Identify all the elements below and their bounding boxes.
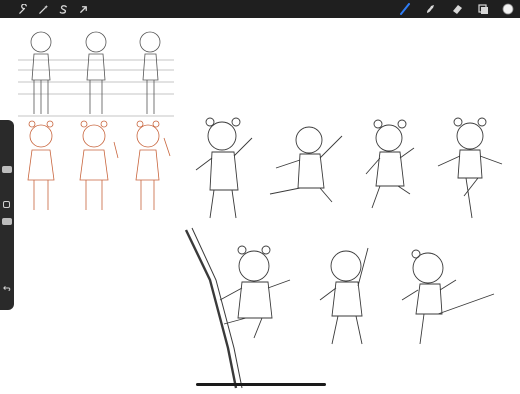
reference-guide-lines — [18, 59, 174, 117]
action-poses-row-1 — [195, 117, 503, 219]
undo-icon[interactable] — [3, 284, 11, 294]
turnaround-red — [27, 120, 171, 210]
home-indicator — [196, 383, 326, 386]
opacity-slider[interactable] — [2, 218, 12, 225]
selection-s-icon[interactable] — [56, 2, 70, 16]
wrench-icon[interactable] — [16, 2, 30, 16]
top-toolbar — [0, 0, 520, 18]
magic-wand-icon[interactable] — [36, 2, 50, 16]
smudge-icon[interactable] — [423, 2, 437, 16]
color-swatch-icon[interactable] — [501, 2, 515, 16]
drawing-canvas[interactable] — [14, 18, 520, 390]
action-poses-row-2 — [184, 227, 495, 389]
sketch-artwork — [18, 31, 503, 389]
left-sidebar — [0, 120, 14, 310]
eyedropper-button[interactable] — [3, 201, 10, 208]
transform-arrow-icon[interactable] — [76, 2, 90, 16]
brush-size-slider[interactable] — [2, 166, 12, 173]
turnaround-gray — [30, 31, 161, 114]
layers-icon[interactable] — [476, 2, 490, 16]
brush-icon[interactable] — [398, 2, 412, 16]
eraser-icon[interactable] — [450, 2, 464, 16]
